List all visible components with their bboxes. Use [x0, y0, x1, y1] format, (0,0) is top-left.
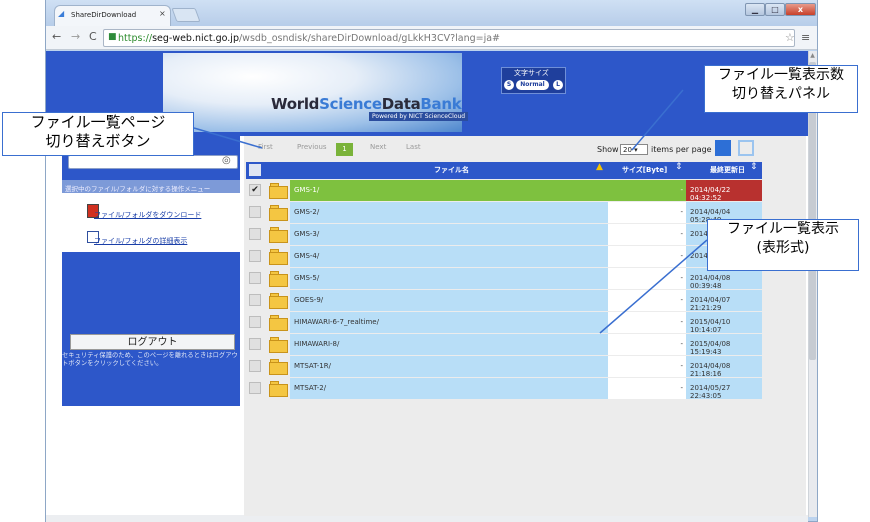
callout-pager-buttons: ファイル一覧ページ 切り替えボタン: [2, 112, 194, 156]
callout-list-line1: ファイル一覧表示: [727, 221, 839, 237]
callout-file-list: ファイル一覧表示 (表形式): [707, 219, 859, 271]
callout-panel-line2: 切り替えパネル: [732, 86, 830, 102]
callout-list-line2: (表形式): [756, 240, 810, 256]
callout-per-page-panel: ファイル一覧表示数 切り替えパネル: [704, 65, 858, 113]
callout-pager-line2: 切り替えボタン: [45, 132, 151, 150]
callout-panel-line1: ファイル一覧表示数: [718, 67, 844, 83]
callout-pager-line1: ファイル一覧ページ: [30, 113, 166, 131]
